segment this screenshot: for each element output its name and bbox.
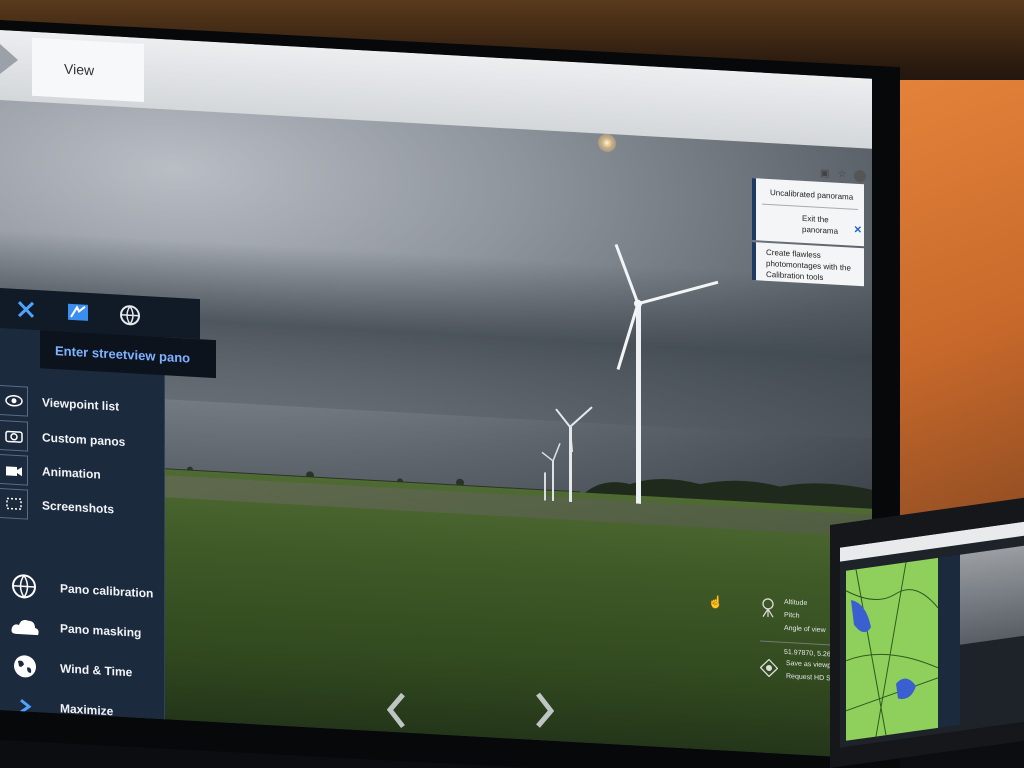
menu-screenshots[interactable]: Screenshots — [0, 488, 114, 524]
uncalibrated-notice: Uncalibrated panorama Exit the panorama … — [752, 178, 864, 247]
save-viewpoint-icon[interactable] — [760, 658, 778, 678]
exit-panorama-link[interactable]: Exit the panorama — [762, 205, 858, 239]
star-icon[interactable]: ☆ — [837, 169, 846, 182]
earth-icon — [8, 650, 42, 682]
laptop-map — [846, 557, 938, 741]
camera-icon — [0, 420, 28, 452]
translate-icon[interactable]: ▣ — [820, 168, 829, 181]
map-mode-button[interactable] — [52, 291, 104, 334]
tool-label: Wind & Time — [60, 661, 133, 680]
browser-actions: ▣ ☆ — [820, 168, 867, 183]
globe-calibration-icon — [8, 570, 42, 602]
orange-wall — [880, 80, 1024, 550]
tripod-camera-icon — [762, 598, 774, 618]
tool-label: Pano calibration — [60, 581, 154, 601]
globe-icon — [120, 305, 140, 326]
wind-turbines — [541, 243, 719, 508]
globe-mode-button[interactable] — [104, 294, 156, 337]
tab-view[interactable]: View — [32, 37, 144, 103]
pitch-label: Pitch — [784, 611, 800, 620]
mouse-cursor-icon: ☝ — [708, 594, 723, 610]
menu-animation[interactable]: Animation — [0, 454, 101, 490]
laptop-screen — [840, 521, 1024, 748]
nav-left-arrow-icon[interactable] — [387, 692, 405, 729]
menu-label: Screenshots — [42, 498, 115, 517]
angle-label: Angle of view — [784, 624, 826, 635]
close-icon[interactable]: ✕ — [854, 224, 862, 238]
tool-label: Pano masking — [60, 621, 142, 640]
cloud-icon — [8, 610, 42, 642]
laptop — [830, 497, 1024, 768]
close-x-icon — [17, 301, 35, 318]
map-icon — [68, 303, 88, 321]
close-panel-button[interactable] — [0, 288, 52, 331]
menu-label: Viewpoint list — [42, 395, 120, 414]
video-camera-icon — [0, 454, 28, 486]
altitude-label: Altitude — [784, 598, 808, 608]
laptop-panorama-view — [960, 545, 1024, 645]
lens-flare — [598, 133, 616, 153]
screenshot-icon — [0, 488, 28, 520]
eye-icon — [0, 385, 28, 417]
monitor-screen: View ▣ ☆ Uncalibrated panorama Exit the … — [0, 30, 872, 759]
menu-label: Animation — [42, 464, 101, 482]
calibration-tip[interactable]: Create flawless photomontages with the C… — [752, 242, 864, 287]
laptop-side-panel — [938, 554, 960, 728]
nav-right-arrow-icon[interactable] — [536, 692, 554, 729]
menu-label: Custom panos — [42, 430, 126, 450]
back-arrow-icon[interactable] — [0, 44, 18, 75]
profile-avatar[interactable] — [854, 169, 867, 183]
